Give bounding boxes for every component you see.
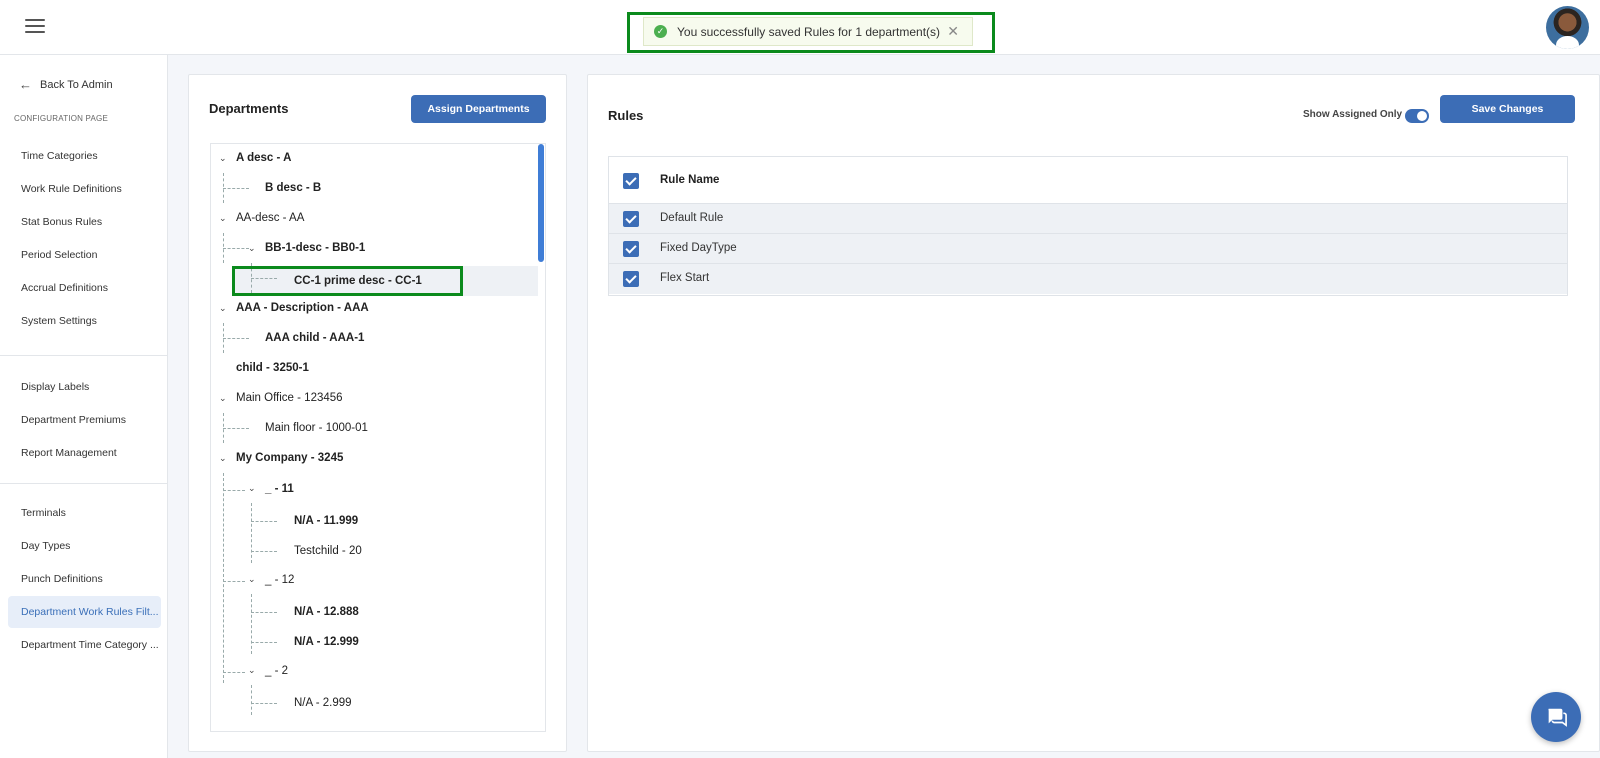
- rules-table: Rule Name Default Rule Fixed DayType Fle…: [608, 156, 1568, 296]
- chevron-down-icon[interactable]: ⌄: [248, 574, 256, 585]
- tree-guide: [251, 685, 252, 715]
- back-label: Back To Admin: [40, 78, 113, 91]
- tree-guide: [251, 612, 277, 613]
- tree-guide: [251, 551, 277, 552]
- chevron-down-icon[interactable]: ⌄: [248, 665, 256, 676]
- tree-node[interactable]: My Company - 3245: [236, 443, 343, 473]
- chat-icon: [1548, 708, 1567, 727]
- row-checkbox[interactable]: [623, 241, 639, 257]
- tree-guide: [251, 703, 277, 704]
- rule-name: Flex Start: [660, 272, 710, 284]
- selected-row-highlight: [232, 266, 463, 296]
- tree-node[interactable]: BB-1-desc - BB0-1: [265, 233, 365, 263]
- tree-guide: [251, 642, 277, 643]
- sidebar-divider: [0, 355, 168, 356]
- back-to-admin-link[interactable]: ← Back To Admin: [19, 77, 113, 92]
- tree-node[interactable]: A desc - A: [236, 143, 291, 173]
- tree-node[interactable]: AAA child - AAA-1: [265, 323, 364, 353]
- chat-button[interactable]: [1531, 692, 1581, 742]
- sidebar-item-time-categories[interactable]: Time Categories: [8, 140, 161, 172]
- tree-guide: [223, 581, 245, 582]
- tree-node[interactable]: _ - 2: [265, 656, 288, 686]
- tree-guide: [223, 338, 249, 339]
- tree-guide: [251, 594, 252, 654]
- row-checkbox[interactable]: [623, 271, 639, 287]
- sidebar-item-work-rule-definitions[interactable]: Work Rule Definitions: [8, 173, 161, 205]
- avatar[interactable]: [1546, 6, 1589, 49]
- sidebar: ← Back To Admin CONFIGURATION PAGE Time …: [0, 55, 168, 758]
- sidebar-item-department-time-category[interactable]: Department Time Category ...: [8, 629, 161, 661]
- rule-name: Fixed DayType: [660, 242, 737, 254]
- chevron-down-icon[interactable]: ⌄: [219, 393, 227, 404]
- departments-title: Departments: [209, 101, 289, 116]
- tree-guide: [251, 521, 277, 522]
- chevron-down-icon[interactable]: ⌄: [219, 213, 227, 224]
- tree-node[interactable]: Main Office - 123456: [236, 383, 343, 413]
- tree-guide: [251, 503, 252, 563]
- sidebar-item-display-labels[interactable]: Display Labels: [8, 371, 161, 403]
- chevron-down-icon[interactable]: ⌄: [219, 303, 227, 314]
- tree-node[interactable]: N/A - 2.999: [294, 688, 352, 718]
- tree-guide: [223, 473, 224, 683]
- assign-departments-button[interactable]: Assign Departments: [411, 95, 546, 123]
- tree-node[interactable]: N/A - 11.999: [294, 506, 358, 536]
- tree-node[interactable]: B desc - B: [265, 173, 321, 203]
- sidebar-item-accrual-definitions[interactable]: Accrual Definitions: [8, 272, 161, 304]
- close-icon[interactable]: ✕: [947, 23, 959, 40]
- tree-guide: [223, 672, 245, 673]
- tree-scrollbar[interactable]: [538, 144, 544, 262]
- tree-node[interactable]: AAA - Description - AAA: [236, 293, 369, 323]
- sidebar-item-report-management[interactable]: Report Management: [8, 437, 161, 469]
- tree-node[interactable]: _ - 12: [265, 565, 294, 595]
- tree-node[interactable]: Main floor - 1000-01: [265, 413, 368, 443]
- tree-guide: [223, 428, 249, 429]
- table-row[interactable]: Default Rule: [609, 204, 1567, 234]
- rule-name: Default Rule: [660, 212, 724, 224]
- sidebar-item-terminals[interactable]: Terminals: [8, 497, 161, 529]
- sidebar-item-system-settings[interactable]: System Settings: [8, 305, 161, 337]
- table-row[interactable]: Flex Start: [609, 264, 1567, 294]
- chevron-down-icon[interactable]: ⌄: [248, 243, 256, 254]
- sidebar-item-department-premiums[interactable]: Department Premiums: [8, 404, 161, 436]
- chevron-down-icon[interactable]: ⌄: [219, 153, 227, 164]
- tree-node[interactable]: Testchild - 20: [294, 536, 362, 566]
- tree-guide: [223, 188, 249, 189]
- tree-node[interactable]: N/A - 12.888: [294, 597, 359, 627]
- sidebar-item-stat-bonus-rules[interactable]: Stat Bonus Rules: [8, 206, 161, 238]
- section-label: CONFIGURATION PAGE: [14, 114, 108, 123]
- show-assigned-label: Show Assigned Only: [1303, 109, 1403, 120]
- arrow-left-icon: ←: [19, 77, 32, 92]
- success-toast: ✓ You successfully saved Rules for 1 dep…: [643, 17, 973, 46]
- tree-node[interactable]: AA-desc - AA: [236, 203, 304, 233]
- chevron-down-icon[interactable]: ⌄: [248, 483, 256, 494]
- sidebar-divider: [0, 483, 168, 484]
- sidebar-item-day-types[interactable]: Day Types: [8, 530, 161, 562]
- sidebar-item-period-selection[interactable]: Period Selection: [8, 239, 161, 271]
- row-checkbox[interactable]: [623, 211, 639, 227]
- select-all-checkbox[interactable]: [623, 173, 639, 189]
- check-circle-icon: ✓: [654, 25, 667, 38]
- table-header: Rule Name: [609, 157, 1567, 204]
- chevron-down-icon[interactable]: ⌄: [219, 453, 227, 464]
- menu-icon[interactable]: [25, 19, 45, 35]
- table-row[interactable]: Fixed DayType: [609, 234, 1567, 264]
- tree-guide: [223, 248, 249, 249]
- tree-node[interactable]: _ - 11: [265, 474, 294, 504]
- sidebar-item-punch-definitions[interactable]: Punch Definitions: [8, 563, 161, 595]
- column-header-rule-name: Rule Name: [660, 174, 720, 186]
- sidebar-item-department-work-rules-filter[interactable]: Department Work Rules Filt...: [8, 596, 161, 628]
- show-assigned-toggle[interactable]: [1405, 109, 1429, 123]
- toast-message: You successfully saved Rules for 1 depar…: [677, 24, 941, 39]
- rules-title: Rules: [608, 108, 644, 123]
- tree-node[interactable]: child - 3250-1: [236, 353, 309, 383]
- tree-node[interactable]: N/A - 12.999: [294, 627, 359, 657]
- tree-guide: [223, 490, 245, 491]
- save-changes-button[interactable]: Save Changes: [1440, 95, 1575, 123]
